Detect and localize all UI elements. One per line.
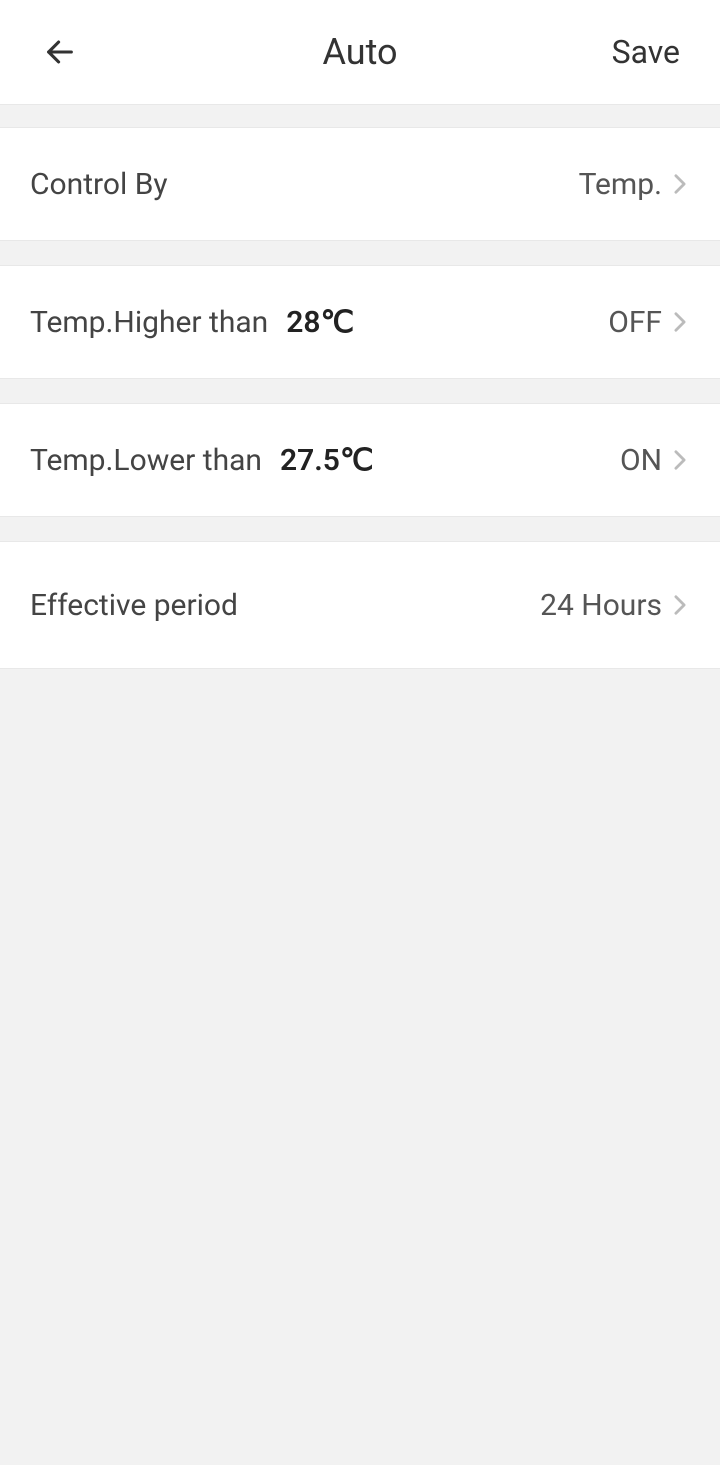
arrow-left-icon [43,35,77,69]
spacer [0,105,720,127]
chevron-right-icon [670,312,690,332]
row-temp-higher[interactable]: Temp.Higher than 28℃ OFF [0,265,720,379]
row-temp-lower[interactable]: Temp.Lower than 27.5℃ ON [0,403,720,517]
temp-higher-value: OFF [608,305,662,340]
back-button[interactable] [40,32,80,72]
spacer [0,241,720,265]
temp-lower-right: ON [620,443,690,478]
effective-period-label: Effective period [30,588,238,623]
temp-lower-label: Temp.Lower than [30,443,262,478]
chevron-right-icon [670,595,690,615]
header: Auto Save [0,0,720,105]
control-by-right: Temp. [579,167,690,202]
row-effective-period[interactable]: Effective period 24 Hours [0,541,720,669]
temp-lower-threshold: 27.5℃ [280,443,374,478]
chevron-right-icon [670,450,690,470]
effective-period-value: 24 Hours [540,588,662,623]
spacer [0,517,720,541]
temp-lower-value: ON [620,443,662,478]
chevron-right-icon [670,174,690,194]
effective-period-right: 24 Hours [540,588,690,623]
page-title: Auto [322,31,397,73]
row-control-by[interactable]: Control By Temp. [0,127,720,241]
control-by-label: Control By [30,167,168,202]
temp-higher-threshold: 28℃ [286,305,354,340]
temp-higher-right: OFF [608,305,690,340]
save-button[interactable]: Save [612,33,680,71]
control-by-value: Temp. [579,167,662,202]
temp-higher-label: Temp.Higher than [30,305,268,340]
spacer [0,379,720,403]
